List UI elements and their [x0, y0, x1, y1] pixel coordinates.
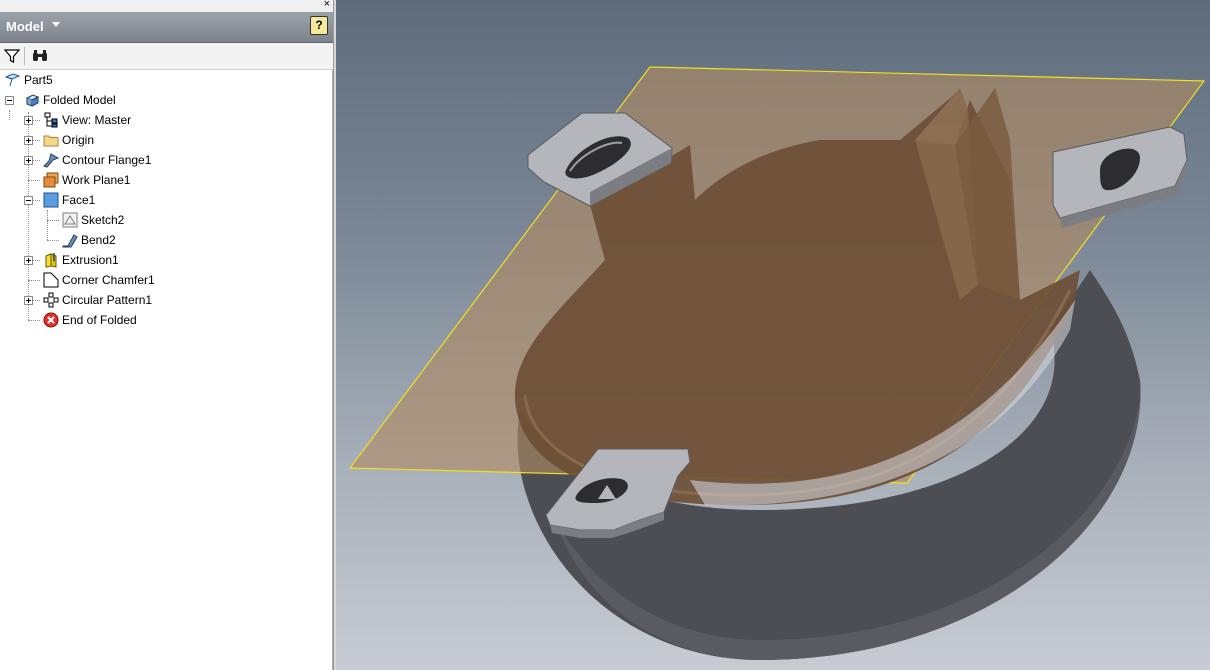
contour-flange-icon: [43, 153, 59, 168]
expand-toggle[interactable]: [24, 116, 33, 125]
collapse-toggle[interactable]: [5, 96, 14, 105]
chevron-down-icon[interactable]: [52, 22, 60, 27]
close-panel-button[interactable]: ×: [324, 0, 330, 10]
browser-title-dropdown[interactable]: Model: [6, 19, 44, 34]
tree-item-label: Work Plane1: [62, 173, 131, 187]
collapse-toggle[interactable]: [24, 196, 33, 205]
browser-toolbar: [0, 43, 333, 70]
expand-toggle[interactable]: [24, 136, 33, 145]
help-button[interactable]: ?: [310, 16, 328, 35]
expand-toggle[interactable]: [24, 296, 33, 305]
view-rep-icon: [44, 112, 58, 128]
tree-item-label: View: Master: [62, 113, 132, 127]
tree-item-label: Contour Flange1: [62, 153, 152, 167]
model-browser-panel: × Model ? Part5 Folded Model View: Maste…: [0, 0, 333, 670]
browser-header: Model ?: [0, 12, 333, 43]
end-of-part-icon: [43, 312, 59, 328]
part-icon: [4, 73, 20, 87]
extrusion-icon: [45, 253, 57, 268]
circular-pattern-icon: [43, 292, 59, 308]
folded-model-icon: [25, 94, 40, 107]
tree-item-label: Extrusion1: [62, 253, 119, 267]
sheet-metal-model: [348, 66, 1206, 660]
filter-icon[interactable]: [3, 47, 21, 65]
work-plane-icon: [43, 172, 59, 188]
bend-icon: [62, 234, 78, 248]
tree-item-label: Corner Chamfer1: [62, 273, 155, 287]
graphics-viewport[interactable]: [336, 0, 1210, 670]
tree-item-label: Folded Model: [43, 93, 116, 107]
toolbar-separator: [24, 47, 25, 65]
panel-title-strip: ×: [0, 0, 333, 12]
model-tree: Part5 Folded Model View: Master Origin C…: [0, 70, 333, 670]
tree-item-label: Part5: [24, 73, 53, 87]
binoculars-icon[interactable]: [31, 47, 49, 65]
tree-item-label: Origin: [62, 133, 95, 147]
corner-chamfer-icon: [43, 272, 59, 288]
tree-item-label: End of Folded: [62, 313, 137, 327]
tree-item-label: Circular Pattern1: [62, 293, 153, 307]
expand-toggle[interactable]: [24, 156, 33, 165]
face-icon: [43, 192, 59, 208]
sketch-icon: [62, 212, 78, 228]
tree-item-label: Face1: [62, 193, 96, 207]
tree-item-label: Bend2: [81, 233, 116, 247]
expand-toggle[interactable]: [24, 256, 33, 265]
folder-icon: [43, 135, 59, 147]
tree-item-label: Sketch2: [81, 213, 125, 227]
